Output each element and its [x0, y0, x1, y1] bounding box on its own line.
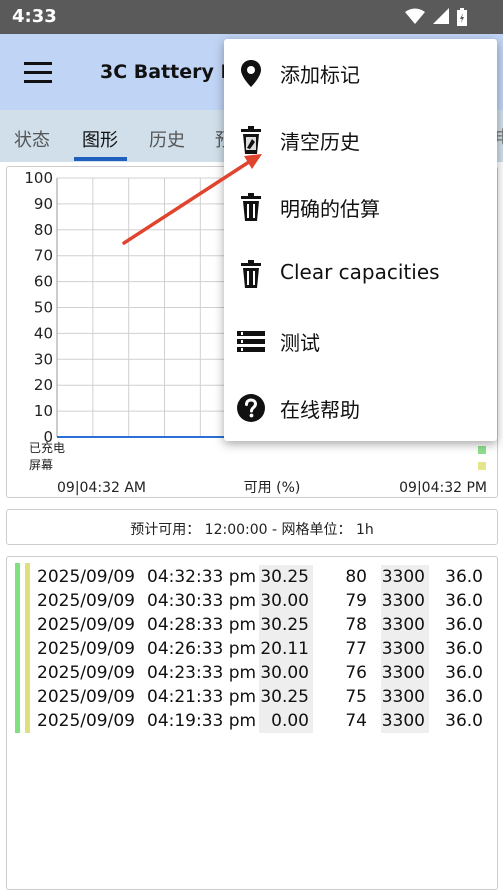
- history-cell-current: 0.00: [259, 709, 313, 733]
- history-cell-current: 30.00: [259, 589, 313, 613]
- menu-item-clear-capacities[interactable]: Clear capacities: [224, 240, 497, 307]
- y-tick-label: 100: [24, 169, 53, 187]
- history-cell-time: 04:21:33 pm: [147, 687, 257, 707]
- status-bar: 4:33: [0, 0, 503, 34]
- menu-item-online-help[interactable]: 在线帮助: [224, 374, 497, 441]
- history-cell-current: 30.25: [259, 685, 313, 709]
- cellular-signal-icon: [433, 8, 449, 24]
- clear-history-trash-icon: [241, 126, 261, 154]
- history-cell-capacity: 3300: [381, 637, 429, 661]
- history-cell-date: 2025/09/09: [37, 591, 135, 611]
- history-cell-time: 04:23:33 pm: [147, 663, 257, 683]
- history-cell-capacity: 3300: [381, 589, 429, 613]
- history-cell-time: 04:32:33 pm: [147, 567, 257, 587]
- history-row[interactable]: 2025/09/09 04:30:33 pm 30.00 79 3300 36.0: [7, 589, 497, 613]
- history-cell-time: 04:19:33 pm: [147, 711, 257, 731]
- legend-charged-swatch: [478, 446, 486, 454]
- x-axis-label: 可用 (%): [244, 480, 301, 496]
- history-cell-temp: 36.0: [445, 687, 483, 707]
- history-cell-capacity: 3300: [381, 709, 429, 733]
- history-row[interactable]: 2025/09/09 04:28:33 pm 30.25 78 3300 36.0: [7, 613, 497, 637]
- history-cell-date: 2025/09/09: [37, 711, 135, 731]
- help-icon: [237, 394, 265, 422]
- history-cell-current: 20.11: [259, 637, 313, 661]
- history-cell-date: 2025/09/09: [37, 639, 135, 659]
- history-cell-current: 30.00: [259, 661, 313, 685]
- legend-screen-label: 屏幕: [29, 458, 53, 472]
- forecast-text: 预计可用： 12:00:00 - 网格单位： 1h: [130, 522, 374, 538]
- active-tab-indicator: [74, 157, 127, 161]
- overflow-menu: 添加标记 清空历史 明确的估算 Clear capacities 测试 在线帮助: [224, 39, 497, 441]
- history-cell-percent: 80: [345, 567, 367, 587]
- y-tick-label: 40: [34, 324, 53, 342]
- history-cell-percent: 76: [345, 663, 367, 683]
- menu-item-test[interactable]: 测试: [224, 307, 497, 374]
- history-cell-time: 04:26:33 pm: [147, 639, 257, 659]
- menu-item-label: 在线帮助: [280, 398, 360, 422]
- y-tick-label: 60: [34, 273, 53, 291]
- forecast-card: 预计可用： 12:00:00 - 网格单位： 1h: [6, 509, 498, 545]
- trash-icon: [241, 260, 261, 288]
- history-cell-current: 30.25: [259, 613, 313, 637]
- history-cell-temp: 36.0: [445, 711, 483, 731]
- history-cell-capacity: 3300: [381, 565, 429, 589]
- y-tick-label: 70: [34, 247, 53, 265]
- history-row[interactable]: 2025/09/09 04:19:33 pm 0.00 74 3300 36.0: [7, 709, 497, 733]
- history-cell-date: 2025/09/09: [37, 663, 135, 683]
- menu-item-clear-estimates[interactable]: 明确的估算: [224, 173, 497, 240]
- history-cell-percent: 74: [345, 711, 367, 731]
- menu-item-clear-history[interactable]: 清空历史: [224, 106, 497, 173]
- wifi-icon: [405, 8, 425, 24]
- history-cell-time: 04:28:33 pm: [147, 615, 257, 635]
- battery-charging-icon: [457, 8, 467, 26]
- history-row[interactable]: 2025/09/09 04:32:33 pm 30.25 80 3300 36.0: [7, 565, 497, 589]
- list-icon: [237, 331, 265, 352]
- history-cell-percent: 79: [345, 591, 367, 611]
- history-cell-current: 30.25: [259, 565, 313, 589]
- history-cell-date: 2025/09/09: [37, 615, 135, 635]
- y-tick-label: 30: [34, 350, 53, 368]
- menu-item-label: 测试: [280, 331, 320, 355]
- legend-screen-swatch: [478, 462, 486, 470]
- menu-item-label: 明确的估算: [280, 197, 380, 221]
- history-cell-percent: 75: [345, 687, 367, 707]
- status-time: 4:33: [12, 6, 57, 27]
- history-cell-date: 2025/09/09: [37, 687, 135, 707]
- tab-status[interactable]: 状态: [14, 126, 50, 152]
- menu-item-add-marker[interactable]: 添加标记: [224, 39, 497, 106]
- history-cell-date: 2025/09/09: [37, 567, 135, 587]
- trash-icon: [241, 193, 261, 221]
- x-end-label: 09|04:32 PM: [399, 480, 487, 496]
- history-cell-temp: 36.0: [445, 639, 483, 659]
- tab-history[interactable]: 历史: [149, 126, 185, 152]
- y-tick-label: 90: [34, 195, 53, 213]
- history-cell-capacity: 3300: [381, 613, 429, 637]
- tab-graph[interactable]: 图形: [82, 126, 118, 152]
- history-cell-temp: 36.0: [445, 615, 483, 635]
- history-row[interactable]: 2025/09/09 04:26:33 pm 20.11 77 3300 36.0: [7, 637, 497, 661]
- y-tick-label: 80: [34, 221, 53, 239]
- history-list-card[interactable]: 2025/09/09 04:32:33 pm 30.25 80 3300 36.0 2025…: [6, 556, 498, 890]
- history-cell-temp: 36.0: [445, 663, 483, 683]
- history-row[interactable]: 2025/09/09 04:21:33 pm 30.25 75 3300 36.0: [7, 685, 497, 709]
- history-cell-percent: 77: [345, 639, 367, 659]
- history-cell-time: 04:30:33 pm: [147, 591, 257, 611]
- x-start-label: 09|04:32 AM: [57, 480, 146, 496]
- y-tick-label: 20: [34, 376, 53, 394]
- menu-item-label: 清空历史: [280, 130, 360, 154]
- menu-item-label: 添加标记: [280, 63, 360, 87]
- history-cell-percent: 78: [345, 615, 367, 635]
- history-cell-capacity: 3300: [381, 685, 429, 709]
- menu-item-label: Clear capacities: [280, 260, 440, 284]
- history-cell-capacity: 3300: [381, 661, 429, 685]
- y-tick-label: 10: [34, 402, 53, 420]
- location-pin-icon: [241, 60, 261, 87]
- legend-charged-label: 已充电: [29, 440, 65, 455]
- history-cell-temp: 36.0: [445, 567, 483, 587]
- status-icons: [405, 8, 467, 26]
- history-cell-temp: 36.0: [445, 591, 483, 611]
- history-row[interactable]: 2025/09/09 04:23:33 pm 30.00 76 3300 36.0: [7, 661, 497, 685]
- y-tick-label: 50: [34, 299, 53, 317]
- hamburger-menu-icon[interactable]: [24, 62, 52, 84]
